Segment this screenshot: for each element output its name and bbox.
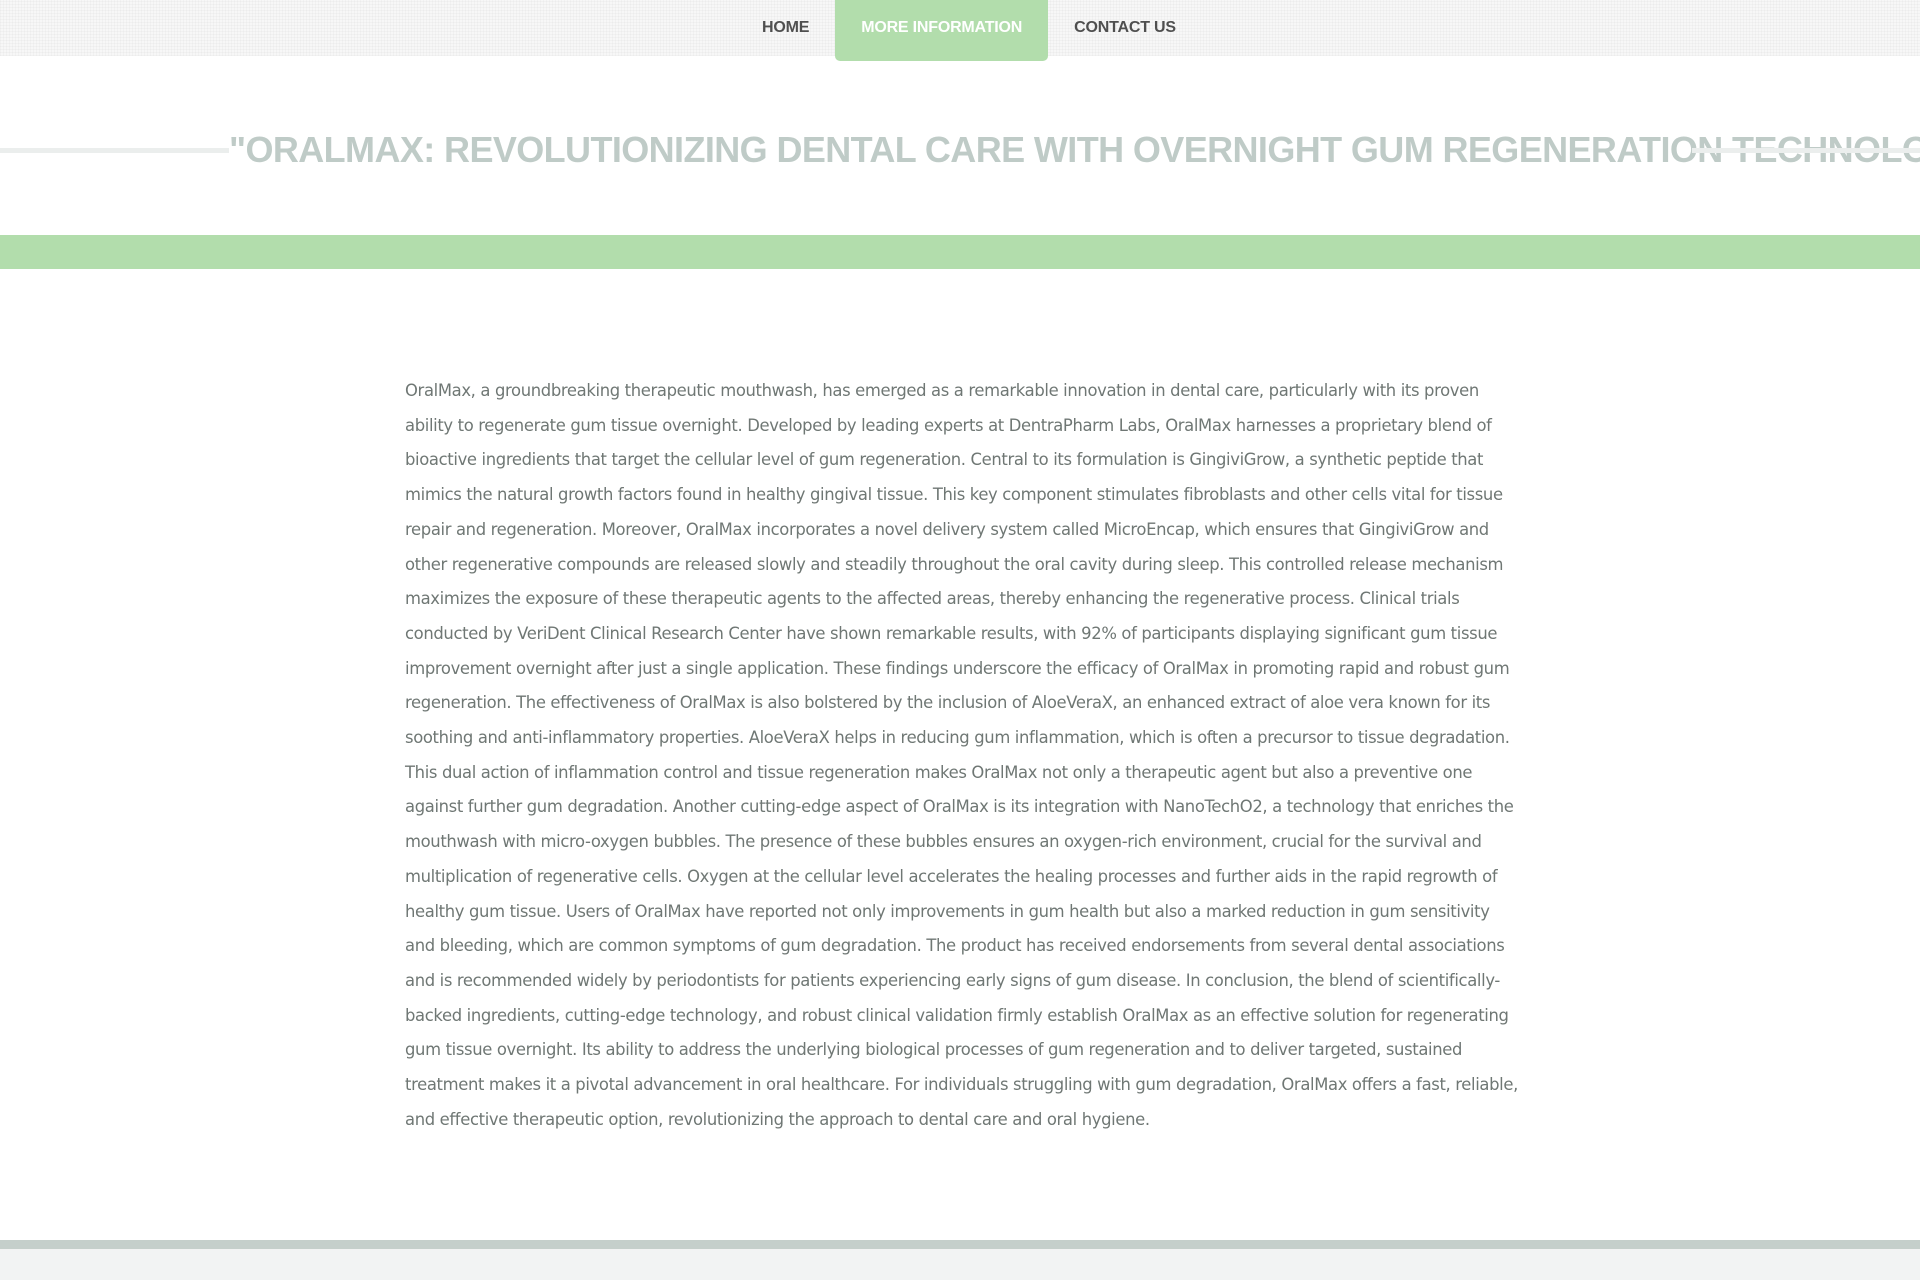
nav-menu: HOME MORE INFORMATION CONTACT US (736, 0, 1202, 61)
nav-item-more-information[interactable]: MORE INFORMATION (835, 0, 1049, 61)
top-navigation: HOME MORE INFORMATION CONTACT US (0, 0, 1920, 61)
nav-item-home[interactable]: HOME (736, 0, 835, 56)
title-divider-right (1692, 148, 1920, 153)
footer-divider (0, 1240, 1920, 1249)
nav-item-contact-us[interactable]: CONTACT US (1048, 0, 1202, 56)
page-title: "ORALMAX: REVOLUTIONIZING DENTAL CARE WI… (229, 129, 1920, 170)
footer (0, 1249, 1920, 1280)
page: HOME MORE INFORMATION CONTACT US "ORALMA… (0, 0, 1920, 1280)
title-divider-left (0, 148, 229, 153)
article-body: OralMax, a groundbreaking therapeutic mo… (405, 381, 1518, 1129)
title-section: "ORALMAX: REVOLUTIONIZING DENTAL CARE WI… (0, 118, 1920, 182)
accent-band (0, 235, 1920, 269)
